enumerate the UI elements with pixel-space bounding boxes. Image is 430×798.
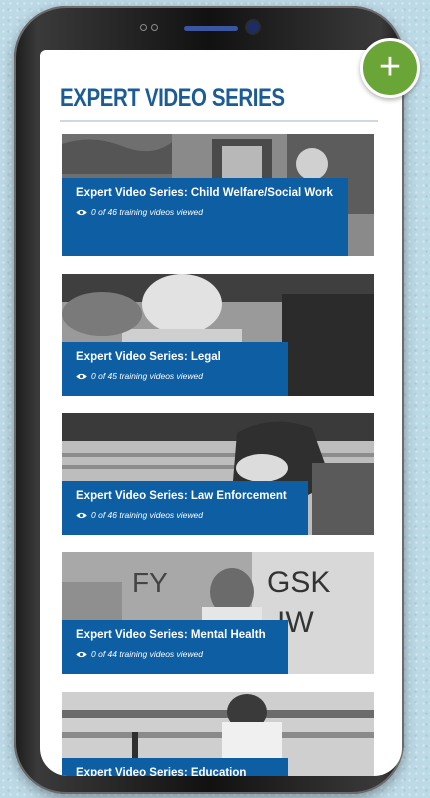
eye-icon — [76, 209, 87, 215]
plus-icon: + — [378, 45, 402, 88]
video-series-card-mental-health[interactable]: GSK IW FY Expert Video Series: Mental He… — [62, 552, 374, 674]
front-camera — [247, 21, 259, 33]
sensor-dot — [151, 24, 158, 31]
speaker-grille — [184, 26, 238, 31]
page-title: EXPERT VIDEO SERIES — [60, 84, 285, 112]
add-button[interactable]: + — [360, 38, 420, 98]
card-caption: Expert Video Series: Mental Health 0 of … — [62, 620, 288, 674]
card-progress: 0 of 44 training videos viewed — [76, 649, 274, 659]
card-progress-text: 0 of 44 training videos viewed — [91, 649, 203, 659]
video-series-card-education[interactable]: Expert Video Series: Education — [62, 692, 374, 776]
card-title: Expert Video Series: Legal — [76, 351, 221, 363]
title-divider — [60, 120, 378, 122]
phone-top-bar — [14, 6, 404, 50]
video-series-card-law-enforcement[interactable]: Expert Video Series: Law Enforcement 0 o… — [62, 413, 374, 535]
eye-icon — [76, 512, 87, 518]
card-title: Expert Video Series: Child Welfare/Socia… — [76, 187, 333, 199]
svg-text:FY: FY — [132, 567, 168, 598]
video-series-card-child-welfare[interactable]: Expert Video Series: Child Welfare/Socia… — [62, 134, 374, 256]
card-progress: 0 of 46 training videos viewed — [76, 510, 294, 520]
card-title: Expert Video Series: Mental Health — [76, 629, 266, 641]
phone-screen: EXPERT VIDEO SERIES Expert Video Series:… — [40, 50, 402, 776]
card-progress-text: 0 of 45 training videos viewed — [91, 371, 203, 381]
card-caption: Expert Video Series: Child Welfare/Socia… — [62, 178, 348, 256]
card-progress: 0 of 45 training videos viewed — [76, 371, 274, 381]
eye-icon — [76, 651, 87, 657]
card-progress-text: 0 of 46 training videos viewed — [91, 510, 203, 520]
svg-text:GSK: GSK — [267, 566, 330, 599]
eye-icon — [76, 373, 87, 379]
card-progress: 0 of 46 training videos viewed — [76, 207, 334, 217]
card-caption: Expert Video Series: Education — [62, 758, 288, 776]
card-caption: Expert Video Series: Legal 0 of 45 train… — [62, 342, 288, 396]
sensor-dot — [140, 24, 147, 31]
card-progress-text: 0 of 46 training videos viewed — [91, 207, 203, 217]
card-title: Expert Video Series: Education — [76, 767, 247, 776]
card-caption: Expert Video Series: Law Enforcement 0 o… — [62, 481, 308, 535]
video-series-card-legal[interactable]: Expert Video Series: Legal 0 of 45 train… — [62, 274, 374, 396]
sensor-dots — [140, 24, 158, 31]
card-title: Expert Video Series: Law Enforcement — [76, 490, 287, 502]
phone-frame: EXPERT VIDEO SERIES Expert Video Series:… — [14, 6, 404, 794]
